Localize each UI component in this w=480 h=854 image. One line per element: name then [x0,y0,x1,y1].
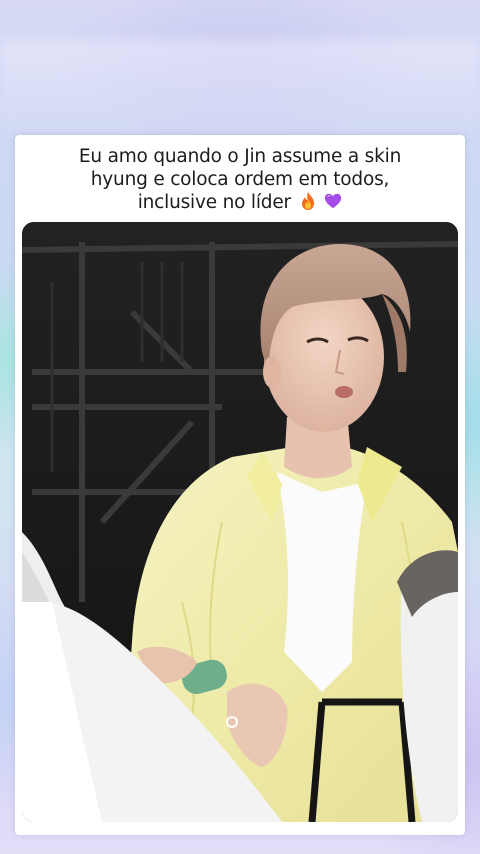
caption-line-2: hyung e coloca ordem em todos, [90,169,390,190]
caption-line-1: Eu amo quando o Jin assume a skin [78,146,402,167]
post-card: Eu amo quando o Jin assume a skin hyung … [15,135,465,835]
video-still [22,222,458,822]
background-blur [0,40,480,130]
post-caption: Eu amo quando o Jin assume a skin hyung … [15,145,465,214]
caption-line-3-wrap: inclusive no líder [15,191,465,214]
caption-line-3: inclusive no líder [137,192,291,213]
video-frame[interactable] [22,222,458,822]
purple-heart-icon [325,193,342,209]
fire-icon [301,192,314,210]
